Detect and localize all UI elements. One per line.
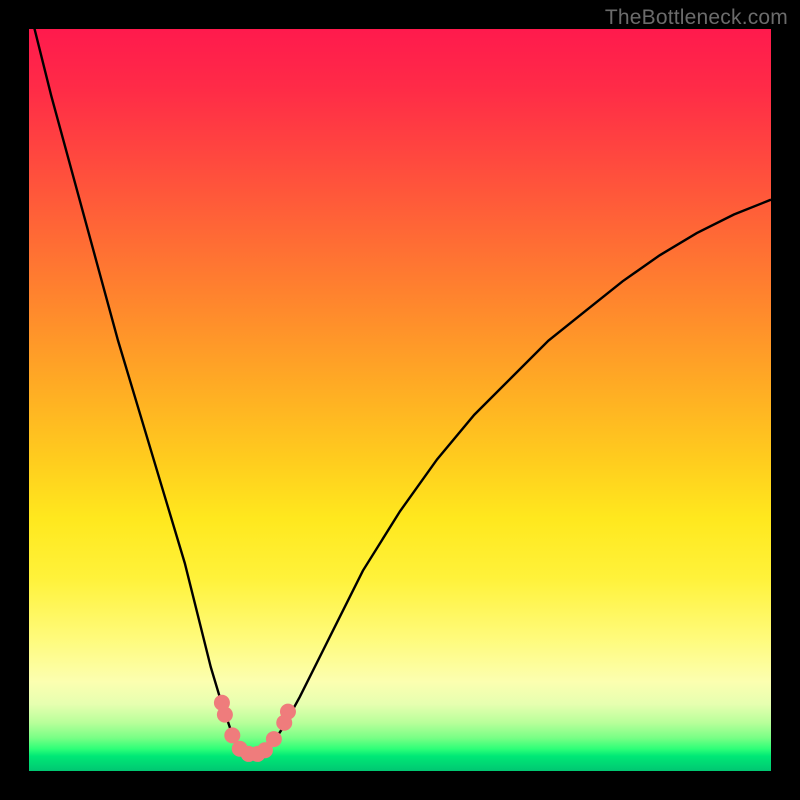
highlight-dots <box>214 695 296 762</box>
bottleneck-curve <box>29 29 771 756</box>
highlight-dot <box>217 707 233 723</box>
watermark-text: TheBottleneck.com <box>605 6 788 30</box>
curve-layer <box>29 29 771 771</box>
curve-path <box>29 29 771 756</box>
plot-area <box>29 29 771 771</box>
highlight-dot <box>266 731 282 747</box>
chart-frame: TheBottleneck.com <box>0 0 800 800</box>
highlight-dot <box>280 704 296 720</box>
